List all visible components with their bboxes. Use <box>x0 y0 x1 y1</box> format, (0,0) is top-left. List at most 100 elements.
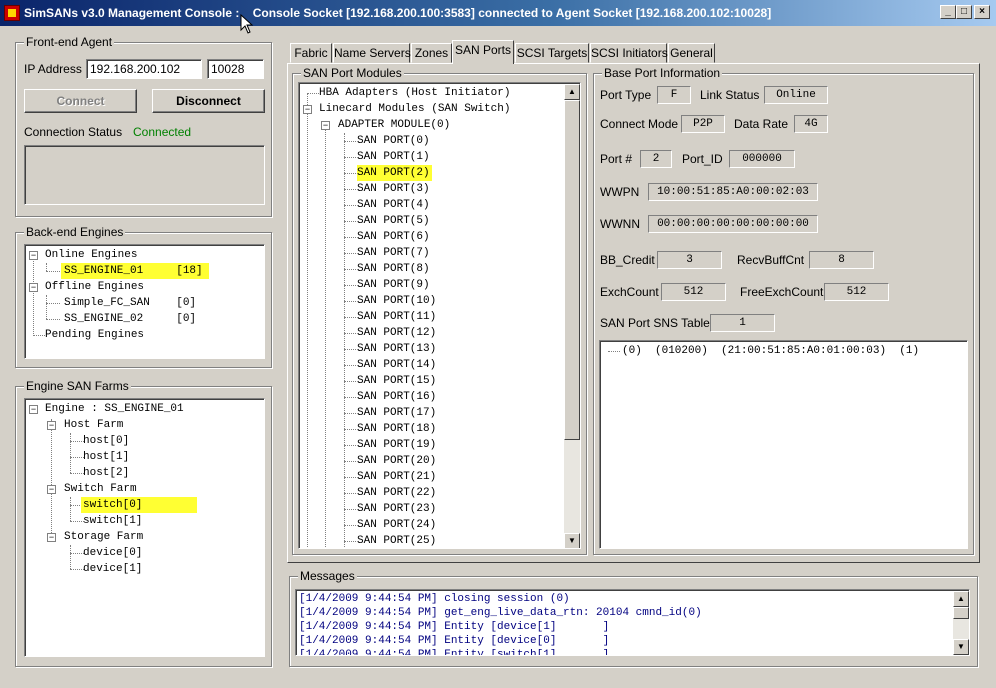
sns-table-entry[interactable]: (0) (010200) (21:00:51:85:A0:01:00:03) (… <box>622 343 919 359</box>
collapse-icon[interactable]: − <box>47 533 56 542</box>
tree-node-ss-engine-02[interactable]: SS_ENGINE_02 [0] <box>64 311 196 327</box>
tree-node-offline-engines[interactable]: Offline Engines <box>45 279 144 295</box>
collapse-icon[interactable]: − <box>47 485 56 494</box>
tree-node-host-1[interactable]: host[1] <box>83 449 129 465</box>
port-number-value: 2 <box>640 150 672 168</box>
tree-node-san-port-9[interactable]: SAN PORT(9) <box>357 277 430 293</box>
tree-node-san-port-13[interactable]: SAN PORT(13) <box>357 341 436 357</box>
messages-log[interactable]: [1/4/2009 9:44:54 PM] closing session (0… <box>295 589 970 656</box>
tree-node-san-port-14[interactable]: SAN PORT(14) <box>357 357 436 373</box>
sns-table-count: 1 <box>710 314 775 332</box>
tree-node-san-port-10[interactable]: SAN PORT(10) <box>357 293 436 309</box>
tree-node-san-port-18[interactable]: SAN PORT(18) <box>357 421 436 437</box>
data-rate-label: Data Rate <box>734 117 789 131</box>
tree-node-engine[interactable]: Engine : SS_ENGINE_01 <box>45 401 184 417</box>
tree-node-san-port-6[interactable]: SAN PORT(6) <box>357 229 430 245</box>
tree-node-pending-engines[interactable]: Pending Engines <box>45 327 144 343</box>
connect-button[interactable]: Connect <box>24 89 137 113</box>
free-exch-count-value: 512 <box>824 283 889 301</box>
tree-node-san-port-2[interactable]: SAN PORT(2) <box>357 165 432 181</box>
ip-address-label: IP Address <box>24 62 82 76</box>
tab-general[interactable]: General <box>668 43 715 63</box>
bb-credit-value: 3 <box>657 251 722 269</box>
collapse-icon[interactable]: − <box>303 105 312 114</box>
tree-node-host-farm[interactable]: Host Farm <box>64 417 123 433</box>
connection-status-box <box>24 145 265 205</box>
tree-node-san-port-17[interactable]: SAN PORT(17) <box>357 405 436 421</box>
tree-node-san-port-7[interactable]: SAN PORT(7) <box>357 245 430 261</box>
tab-zones[interactable]: Zones <box>411 43 452 63</box>
tree-node-san-port-21[interactable]: SAN PORT(21) <box>357 469 436 485</box>
tree-node-linecard-modules[interactable]: Linecard Modules (SAN Switch) <box>319 101 510 117</box>
port-input[interactable]: 10028 <box>207 59 264 79</box>
tree-node-simple-fc-san[interactable]: Simple_FC_SAN [0] <box>64 295 196 311</box>
tree-node-san-port-19[interactable]: SAN PORT(19) <box>357 437 436 453</box>
tree-node-storage-farm[interactable]: Storage Farm <box>64 529 143 545</box>
tree-node-san-port-8[interactable]: SAN PORT(8) <box>357 261 430 277</box>
mouse-cursor-icon <box>240 14 254 34</box>
tree-node-san-port-5[interactable]: SAN PORT(5) <box>357 213 430 229</box>
messages-legend: Messages <box>298 569 357 583</box>
minimize-button[interactable]: _ <box>940 5 956 19</box>
tree-node-switch-farm[interactable]: Switch Farm <box>64 481 137 497</box>
tree-node-san-port-0[interactable]: SAN PORT(0) <box>357 133 430 149</box>
wwnn-value: 00:00:00:00:00:00:00:00 <box>648 215 818 233</box>
tree-node-san-port-16[interactable]: SAN PORT(16) <box>357 389 436 405</box>
collapse-icon[interactable]: − <box>29 283 38 292</box>
scroll-up-icon[interactable]: ▲ <box>953 591 969 607</box>
close-button[interactable]: × <box>974 5 990 19</box>
tree-node-san-port-23[interactable]: SAN PORT(23) <box>357 501 436 517</box>
tree-node-hba-adapters[interactable]: HBA Adapters (Host Initiator) <box>319 85 510 101</box>
disconnect-button[interactable]: Disconnect <box>152 89 265 113</box>
tab-name-servers[interactable]: Name Servers <box>333 43 411 63</box>
scroll-down-icon[interactable]: ▼ <box>953 639 969 655</box>
frontend-agent-legend: Front-end Agent <box>24 35 115 49</box>
backend-engines-tree[interactable]: − − Online Engines SS_ENGINE_01 [18] Off… <box>24 244 265 359</box>
engine-san-farms-legend: Engine SAN Farms <box>24 379 131 393</box>
collapse-icon[interactable]: − <box>321 121 330 130</box>
tab-scsi-initiators[interactable]: SCSI Initiators <box>590 43 668 63</box>
tab-fabric[interactable]: Fabric <box>290 43 332 63</box>
tree-node-san-port-20[interactable]: SAN PORT(20) <box>357 453 436 469</box>
tree-node-adapter-module[interactable]: ADAPTER MODULE(0) <box>338 117 450 133</box>
tree-node-san-port-22[interactable]: SAN PORT(22) <box>357 485 436 501</box>
san-port-modules-tree[interactable]: − − HBA Adapters (Host Initiator) Lineca… <box>298 82 581 549</box>
tab-san-ports[interactable]: SAN Ports <box>452 40 514 64</box>
tree-node-device-0[interactable]: device[0] <box>83 545 142 561</box>
maximize-button[interactable]: □ <box>956 5 972 19</box>
tree-node-host-2[interactable]: host[2] <box>83 465 129 481</box>
tree-node-san-port-15[interactable]: SAN PORT(15) <box>357 373 436 389</box>
sns-table-tree[interactable]: (0) (010200) (21:00:51:85:A0:01:00:03) (… <box>599 340 968 549</box>
base-port-info-legend: Base Port Information <box>602 66 723 80</box>
scroll-thumb[interactable] <box>564 100 580 440</box>
tree-node-san-port-3[interactable]: SAN PORT(3) <box>357 181 430 197</box>
tree-node-device-1[interactable]: device[1] <box>83 561 142 577</box>
scroll-up-icon[interactable]: ▲ <box>564 84 580 100</box>
tree-node-host-0[interactable]: host[0] <box>83 433 129 449</box>
ip-address-input[interactable]: 192.168.200.102 <box>86 59 202 79</box>
collapse-icon[interactable]: − <box>29 405 38 414</box>
tab-scsi-targets[interactable]: SCSI Targets <box>515 43 589 63</box>
tree-node-san-port-24[interactable]: SAN PORT(24) <box>357 517 436 533</box>
wwnn-label: WWNN <box>600 217 640 231</box>
scroll-down-icon[interactable]: ▼ <box>564 533 580 548</box>
port-list-scrollbar[interactable]: ▲ ▼ <box>564 84 580 548</box>
collapse-icon[interactable]: − <box>47 421 56 430</box>
tree-node-san-port-4[interactable]: SAN PORT(4) <box>357 197 430 213</box>
engine-san-farms-tree[interactable]: − − − − Engine : SS_ENGINE_01 Host Farm … <box>24 398 265 657</box>
link-status-label: Link Status <box>700 88 760 102</box>
collapse-icon[interactable]: − <box>29 251 38 260</box>
tree-node-san-port-1[interactable]: SAN PORT(1) <box>357 149 430 165</box>
title-bar[interactable]: SimSANs v3.0 Management Console : Consol… <box>0 0 996 34</box>
tree-node-switch-0[interactable]: switch[0] <box>81 497 197 513</box>
tree-node-san-port-11[interactable]: SAN PORT(11) <box>357 309 436 325</box>
tree-node-san-port-12[interactable]: SAN PORT(12) <box>357 325 436 341</box>
san-port-modules-legend: SAN Port Modules <box>301 66 404 80</box>
tree-node-ss-engine-01[interactable]: SS_ENGINE_01 [18] <box>61 263 209 279</box>
tree-node-online-engines[interactable]: Online Engines <box>45 247 137 263</box>
scroll-thumb[interactable] <box>953 607 969 619</box>
messages-scrollbar[interactable]: ▲ ▼ <box>953 591 969 655</box>
tree-node-switch-1[interactable]: switch[1] <box>83 513 142 529</box>
tree-node-san-port-25[interactable]: SAN PORT(25) <box>357 533 436 548</box>
connect-mode-value: P2P <box>681 115 725 133</box>
